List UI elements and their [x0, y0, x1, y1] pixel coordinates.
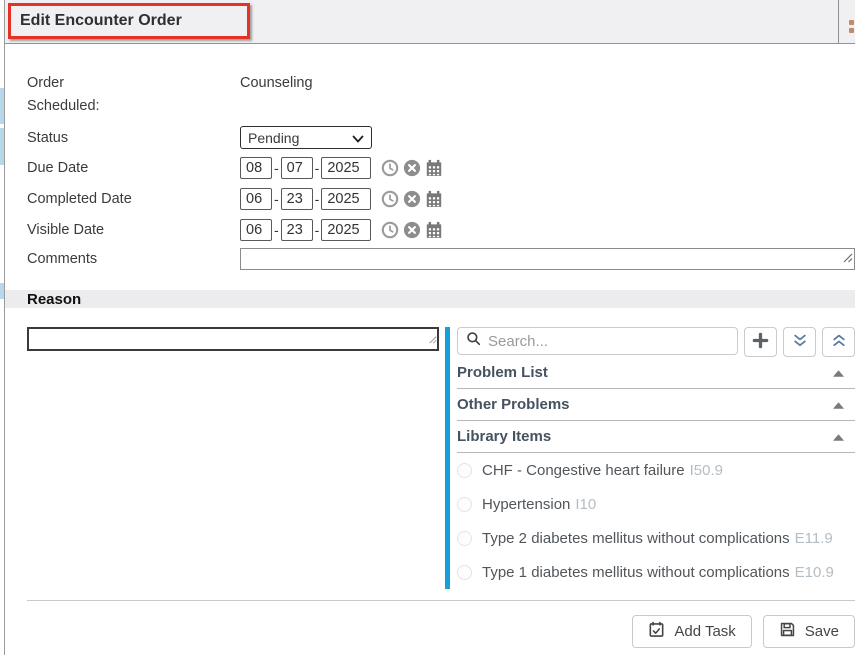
due-date-month-input[interactable]: [240, 157, 272, 179]
reason-body: Problem List Other Problems Library Item…: [5, 327, 855, 589]
search-box: [457, 327, 738, 355]
resize-grip-icon[interactable]: [428, 331, 437, 349]
due-date-label: Due Date: [27, 160, 240, 176]
picker-toolbar: [457, 327, 855, 357]
edit-encounter-order-dialog: Edit Encounter Order Order Scheduled: Co…: [4, 0, 855, 655]
library-item[interactable]: Type 2 diabetes mellitus without complic…: [457, 521, 855, 555]
visible-date-row: Visible Date - -: [27, 214, 855, 245]
radio-circle[interactable]: [457, 497, 472, 512]
clock-icon[interactable]: [380, 189, 399, 208]
add-problem-button[interactable]: [744, 327, 777, 357]
calendar-icon[interactable]: [424, 220, 443, 239]
add-task-button[interactable]: Add Task: [632, 615, 751, 648]
library-item[interactable]: CHF - Congestive heart failure I50.9: [457, 453, 855, 487]
status-select[interactable]: Pending: [240, 126, 372, 149]
plus-icon: [752, 332, 769, 352]
footer: Add Task Save: [5, 615, 855, 648]
order-value: Counseling: [240, 72, 313, 95]
calendar-icon[interactable]: [424, 189, 443, 208]
expand-all-button[interactable]: [783, 327, 816, 357]
library-item[interactable]: Type 1 diabetes mellitus without complic…: [457, 555, 855, 589]
clear-date-icon[interactable]: [402, 158, 421, 177]
double-chevron-up-icon: [831, 333, 847, 352]
clock-icon[interactable]: [380, 220, 399, 239]
calendar-icon[interactable]: [424, 158, 443, 177]
chevron-down-icon: [352, 130, 364, 146]
visible-date-year-input[interactable]: [321, 219, 371, 241]
due-date-row: Due Date - -: [27, 152, 855, 183]
calendar-check-icon: [648, 621, 665, 642]
dialog-title: Edit Encounter Order: [20, 12, 182, 30]
status-selected-value: Pending: [248, 130, 299, 146]
resize-grip-icon[interactable]: [842, 250, 853, 268]
icd-code: E11.9: [795, 530, 833, 547]
double-chevron-down-icon: [792, 333, 808, 352]
visible-date-label: Visible Date: [27, 222, 240, 238]
search-input[interactable]: [488, 333, 729, 350]
icd-code: I50.9: [690, 462, 723, 479]
due-date-year-input[interactable]: [321, 157, 371, 179]
problem-picker-panel: Problem List Other Problems Library Item…: [450, 327, 855, 589]
completed-date-label: Completed Date: [27, 191, 240, 207]
header-divider: [838, 0, 839, 43]
save-button[interactable]: Save: [763, 615, 855, 648]
icd-code: E10.9: [795, 564, 834, 581]
radio-circle[interactable]: [457, 463, 472, 478]
date-separator: -: [315, 222, 320, 238]
reason-section-title: Reason: [27, 291, 81, 308]
icd-code: I10: [575, 496, 596, 513]
visible-date-day-input[interactable]: [281, 219, 313, 241]
comments-field-wrap: [240, 248, 855, 270]
clear-date-icon[interactable]: [402, 220, 421, 239]
clock-icon[interactable]: [380, 158, 399, 177]
footer-divider: [27, 600, 855, 601]
order-form: Order Scheduled: Counseling Status Pendi…: [5, 44, 855, 270]
radio-circle[interactable]: [457, 565, 472, 580]
header-edge-icon[interactable]: [849, 20, 855, 34]
comments-label: Comments: [27, 251, 240, 267]
date-separator: -: [274, 222, 279, 238]
caret-up-icon: [833, 364, 844, 382]
accordion-header-problem-list[interactable]: Problem List: [457, 357, 855, 389]
completed-date-day-input[interactable]: [281, 188, 313, 210]
collapse-all-button[interactable]: [822, 327, 855, 357]
reason-section-bar: Reason: [5, 290, 855, 308]
accordion-header-other-problems[interactable]: Other Problems: [457, 389, 855, 421]
date-separator: -: [315, 191, 320, 207]
save-floppy-icon: [779, 621, 796, 642]
date-separator: -: [274, 160, 279, 176]
comments-row: Comments: [27, 248, 855, 270]
date-separator: -: [274, 191, 279, 207]
caret-up-icon: [833, 396, 844, 414]
completed-date-month-input[interactable]: [240, 188, 272, 210]
order-scheduled-label: Order Scheduled:: [27, 72, 240, 118]
caret-up-icon: [833, 428, 844, 446]
order-scheduled-row: Order Scheduled: Counseling: [27, 72, 855, 118]
accordion-header-library-items[interactable]: Library Items: [457, 421, 855, 453]
completed-date-row: Completed Date - -: [27, 183, 855, 214]
clear-date-icon[interactable]: [402, 189, 421, 208]
reason-selected-input[interactable]: [27, 327, 439, 351]
search-icon: [466, 331, 481, 351]
status-label: Status: [27, 130, 240, 146]
library-item[interactable]: Hypertension I10: [457, 487, 855, 521]
visible-date-month-input[interactable]: [240, 219, 272, 241]
due-date-day-input[interactable]: [281, 157, 313, 179]
status-row: Status Pending: [27, 123, 855, 152]
dialog-header: Edit Encounter Order: [5, 0, 855, 44]
date-separator: -: [315, 160, 320, 176]
completed-date-year-input[interactable]: [321, 188, 371, 210]
reason-selected-wrap: [27, 327, 439, 351]
radio-circle[interactable]: [457, 531, 472, 546]
comments-input[interactable]: [240, 248, 855, 270]
